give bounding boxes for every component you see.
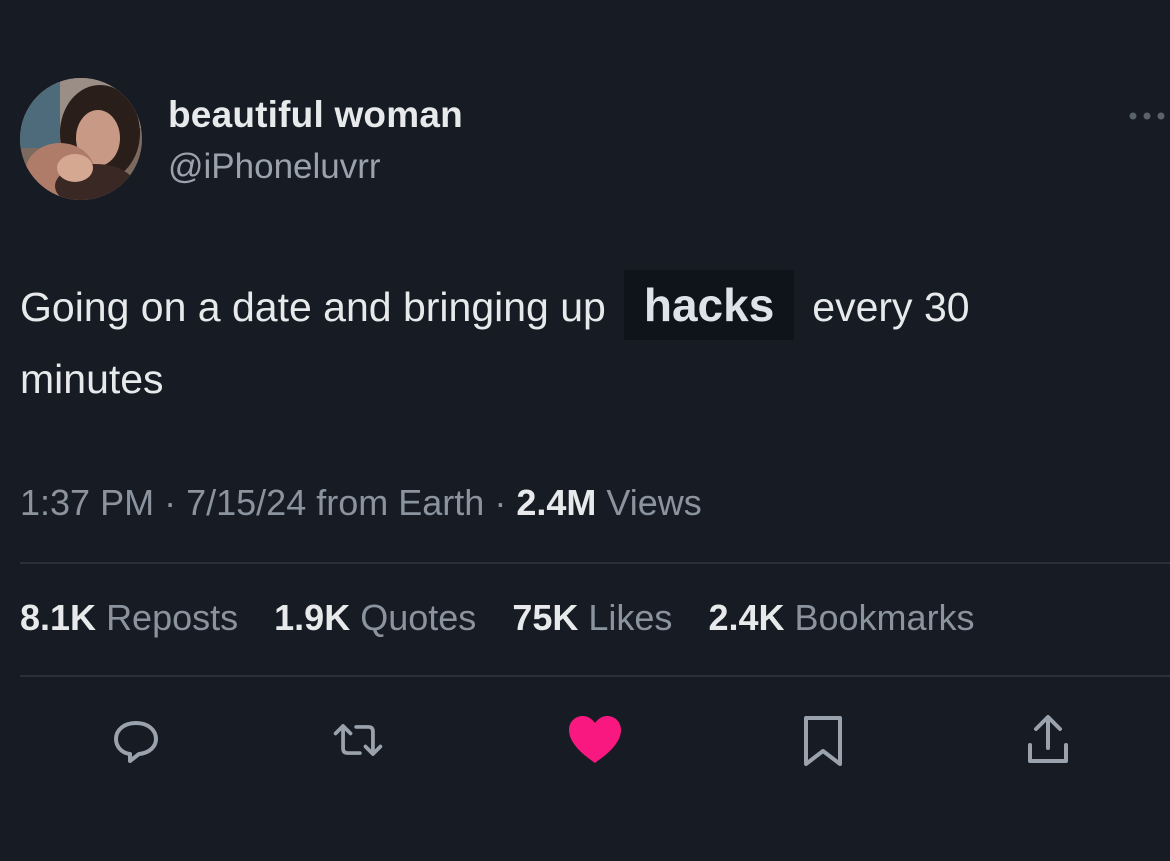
heart-icon <box>569 716 621 763</box>
divider <box>20 562 1170 564</box>
likes-stat[interactable]: 75K Likes <box>512 597 672 638</box>
author-name[interactable]: beautiful woman <box>168 94 463 136</box>
tweet-time[interactable]: 1:37 PM <box>20 482 154 523</box>
reposts-label: Reposts <box>106 597 239 638</box>
like-button[interactable] <box>565 712 625 768</box>
more-icon[interactable] <box>1125 104 1170 128</box>
tweet-meta: 1:37 PM · 7/15/24 from Earth · 2.4M View… <box>20 482 702 524</box>
tweet-text-after: every 30 <box>812 284 970 330</box>
repost-button[interactable] <box>330 712 386 768</box>
tweet-text: Going on a date and bringing up hacks ever… <box>20 270 1155 415</box>
quotes-count: 1.9K <box>274 597 351 638</box>
reply-button[interactable] <box>108 712 164 768</box>
share-icon <box>1028 715 1068 763</box>
avatar-image <box>20 78 142 200</box>
reposts-stat[interactable]: 8.1K Reposts <box>20 597 238 638</box>
share-button[interactable] <box>1020 712 1076 768</box>
avatar[interactable] <box>20 78 142 200</box>
views-count: 2.4M <box>516 482 597 523</box>
quotes-stat[interactable]: 1.9K Quotes <box>274 597 476 638</box>
repost-icon <box>333 724 383 756</box>
tweet-text-highlight: hacks <box>623 270 795 340</box>
tweet-text-line-1: Going on a date and bringing up hacks ever… <box>20 270 1155 343</box>
bookmark-icon <box>804 716 842 766</box>
divider <box>20 675 1170 677</box>
engagement-stats: 8.1K Reposts 1.9K Quotes 75K Likes 2.4K … <box>20 597 1001 639</box>
bookmarks-count: 2.4K <box>708 597 785 638</box>
meta-separator: · <box>494 482 507 523</box>
likes-count: 75K <box>512 597 579 638</box>
tweet-source: from Earth <box>316 482 485 523</box>
quotes-label: Quotes <box>360 597 477 638</box>
tweet-date[interactable]: 7/15/24 <box>186 482 306 523</box>
tweet-text-line-2: minutes <box>20 356 164 402</box>
bookmarks-label: Bookmarks <box>794 597 975 638</box>
bookmarks-stat[interactable]: 2.4K Bookmarks <box>708 597 974 638</box>
reply-icon <box>114 721 158 763</box>
meta-separator: · <box>164 482 177 523</box>
tweet-text-before: Going on a date and bringing up <box>20 284 606 330</box>
views-label: Views <box>606 482 702 523</box>
bookmark-button[interactable] <box>795 712 851 768</box>
author-handle[interactable]: @iPhoneluvrr <box>168 147 381 187</box>
likes-label: Likes <box>588 597 673 638</box>
reposts-count: 8.1K <box>20 597 97 638</box>
tweet-card: beautiful woman @iPhoneluvrr Going on a … <box>0 0 1170 861</box>
